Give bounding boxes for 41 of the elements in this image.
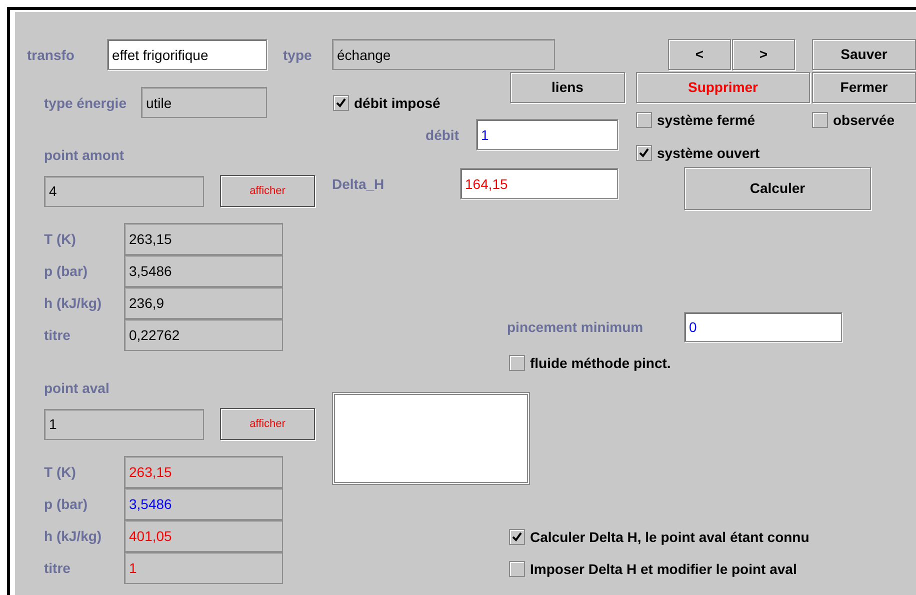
checkbox[interactable] [509,529,525,545]
checkbox-label: système fermé [657,110,756,130]
field-label: type énergie [44,94,128,110]
checkbox-label: Calculer Delta H, le point aval étant connu [530,528,810,547]
text-field[interactable]: 164,15 [460,168,618,199]
checkbox-label: fluide méthode pinct. [530,354,671,373]
field-label: p (bar) [44,496,89,512]
checkbox-label: système ouvert [657,144,760,163]
section-label: point aval [44,380,110,396]
section-label: point amont [44,147,124,163]
field-label: titre [44,560,72,576]
field-label: h (kJ/kg) [44,295,103,311]
checkbox[interactable] [636,145,652,161]
checkbox-label: Imposer Delta H et modifier le point aval [530,560,797,579]
field-label: T (K) [44,464,77,480]
field-label: T (K) [44,231,77,247]
field-label: h (kJ/kg) [44,528,103,544]
checkbox[interactable] [509,561,525,577]
text-field[interactable]: 1 [476,119,618,150]
checkbox-label: débit imposé [354,94,440,113]
compute-button[interactable]: Calculer [684,167,871,210]
field-label: débit [424,126,459,142]
links-button[interactable]: liens [510,72,625,103]
checkbox[interactable] [812,112,828,128]
previous-button[interactable]: < [668,39,731,70]
checkbox-label: observée [833,110,894,130]
field-label: pincement minimum [507,319,644,335]
next-button[interactable]: > [732,39,795,70]
field-label: Delta_H [332,176,386,192]
field-label: p (bar) [44,263,89,279]
text-area[interactable] [332,392,530,485]
checkbox[interactable] [636,112,652,128]
save-button[interactable]: Sauver [812,39,916,70]
checkbox[interactable] [509,355,525,371]
field-label: type [283,46,312,62]
text-field[interactable]: 0 [684,312,842,342]
text-field[interactable]: effet frigorifique [107,39,267,70]
field-label: titre [44,327,72,343]
close-button[interactable]: Fermer [812,72,916,103]
field-label: transfo [27,46,76,62]
checkbox[interactable] [333,95,349,111]
